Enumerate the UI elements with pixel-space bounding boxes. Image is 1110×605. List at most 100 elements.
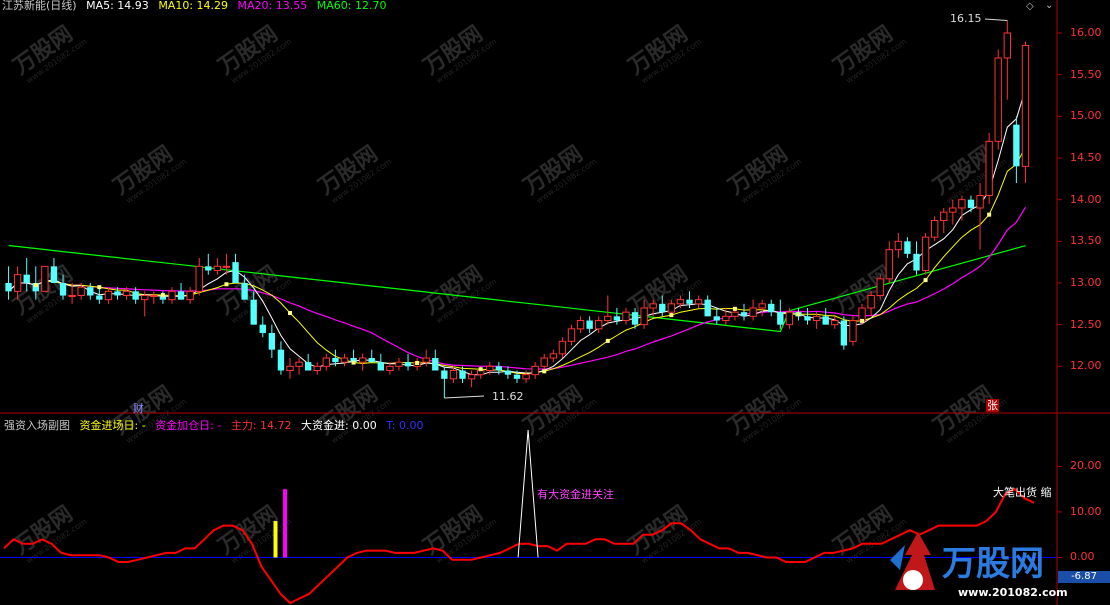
candle-body-down — [777, 312, 784, 325]
candle-body-down — [495, 366, 503, 371]
candle-body-down — [840, 320, 848, 346]
ma20-label: MA20: 13.55 — [237, 0, 308, 12]
candle-body-up — [595, 320, 603, 330]
ma-marker — [224, 282, 229, 287]
low-price-annotation: 11.62 — [492, 390, 524, 403]
price-tick-label: 15.50 — [1070, 67, 1102, 81]
candle-body-down — [259, 324, 266, 333]
candle-body-down — [740, 312, 748, 317]
candle-body-up — [831, 320, 839, 326]
candle-body-down — [822, 316, 829, 325]
candle-body-down — [432, 358, 439, 371]
stock-chart-canvas[interactable]: 万股网www.201082.com 万股网www.201082.com 万股网www… — [0, 0, 1110, 605]
candle-body-down — [613, 316, 621, 321]
candle-body-up — [758, 303, 766, 309]
ma-marker — [97, 285, 102, 290]
candle-body-down — [686, 299, 693, 304]
candle-body-up — [640, 307, 648, 326]
chart-background — [0, 0, 1110, 605]
indicator-title[interactable]: 强资入场副图 — [4, 419, 70, 432]
candle-body-up — [849, 320, 857, 342]
candle-body-up — [122, 290, 131, 297]
candle-body-down — [250, 299, 257, 325]
chevron-down-icon[interactable]: ⌄ — [1045, 0, 1053, 11]
funds-bar — [273, 521, 278, 558]
price-tick-label: 16.00 — [1070, 26, 1102, 39]
candle-body-down — [87, 287, 94, 296]
price-tick-label: 13.00 — [1070, 276, 1102, 289]
candle-body-up — [358, 357, 367, 363]
candle-body-down — [50, 266, 58, 283]
ma-marker — [605, 338, 610, 343]
cai-marker[interactable]: 财 — [133, 400, 144, 416]
candle-body-down — [177, 291, 185, 300]
main-force-label: 主力: 14.72 — [230, 419, 292, 432]
candle-body-up — [694, 299, 703, 305]
ma-marker — [796, 312, 801, 317]
candle-body-up — [540, 357, 548, 367]
candle-body-down — [368, 358, 375, 363]
candle-body-up — [77, 286, 85, 296]
candle-body-up — [13, 274, 22, 292]
stock-title[interactable]: 江苏新能(日线) — [2, 0, 77, 12]
candle-body-down — [268, 333, 276, 350]
candle-body-up — [286, 365, 294, 372]
candle-body-up — [295, 361, 303, 367]
price-tick-label: 14.00 — [1070, 192, 1102, 206]
candle-body-up — [558, 340, 567, 355]
candle-body-up — [812, 315, 821, 322]
candle-body-up — [1021, 45, 1030, 167]
diamond-icon[interactable]: ◇ — [1026, 1, 1034, 12]
candle-body-up — [340, 357, 349, 363]
zhang-marker[interactable]: 张 — [986, 399, 999, 412]
candle-body-down — [277, 349, 285, 371]
indicator-current-value: -6.87 — [1058, 571, 1110, 583]
candle-body-up — [522, 374, 530, 380]
ma-marker — [351, 360, 356, 365]
candle-body-up — [958, 199, 966, 209]
indicator-tick-label: 0.00 — [1070, 550, 1095, 564]
candle-body-up — [921, 236, 930, 272]
candle-body-down — [232, 262, 239, 283]
candle-body-up — [976, 195, 984, 209]
candle-body-down — [96, 295, 103, 300]
candle-body-up — [222, 265, 231, 268]
candle-body-up — [940, 211, 948, 222]
candle-body-down — [904, 241, 911, 254]
indicator-tick-label: 10.00 — [1070, 504, 1102, 518]
candle-body-up — [876, 278, 884, 297]
candle-body-up — [867, 295, 875, 309]
candle-body-up — [894, 240, 903, 251]
ma-marker — [160, 293, 165, 298]
ma-marker — [33, 283, 38, 288]
candle-body-down — [132, 291, 139, 300]
candle-body-up — [930, 220, 939, 238]
ma5-label: MA5: 14.93 — [86, 0, 149, 12]
entry-day-label: 资金进场日: - — [79, 419, 146, 432]
t-value-label: T: 0.00 — [386, 419, 424, 432]
candle-body-up — [949, 207, 957, 213]
candle-body-down — [504, 370, 512, 375]
candle-body-up — [549, 353, 557, 359]
candle-body-down — [241, 283, 248, 300]
candle-body-down — [205, 266, 212, 271]
candle-body-down — [1013, 124, 1020, 167]
candle-body-down — [713, 316, 720, 321]
candle-body-down — [513, 374, 521, 379]
price-tick-label: 15.00 — [1070, 109, 1102, 123]
candle-body-up — [422, 357, 430, 363]
candle-body-up — [395, 361, 403, 367]
candle-body-down — [631, 312, 639, 325]
price-tick-label: 12.00 — [1070, 359, 1102, 373]
candle-body-up — [722, 315, 730, 322]
ma-marker — [860, 318, 865, 323]
candle-body-down — [659, 303, 666, 313]
candle-body-down — [768, 303, 775, 313]
add-day-label: 资金加仓日: - — [155, 419, 222, 432]
big-funds-label: 大资金进: 0.00 — [301, 419, 377, 432]
candle-body-down — [23, 274, 30, 283]
ma10-label: MA10: 14.29 — [158, 0, 229, 12]
indicator-tick-label: 20.00 — [1070, 459, 1102, 473]
candle-body-down — [967, 199, 975, 208]
candle-body-down — [377, 362, 384, 371]
